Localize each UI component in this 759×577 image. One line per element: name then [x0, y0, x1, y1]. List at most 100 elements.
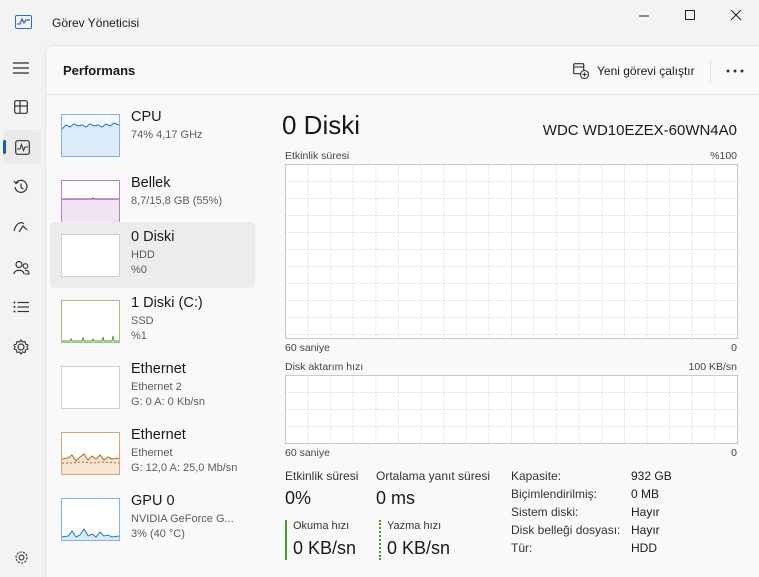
gpu-thumbnail-graph — [61, 498, 120, 541]
performance-icon — [14, 139, 30, 155]
device-disk-0[interactable]: 0 Diski HDD %0 — [50, 222, 255, 288]
header-divider — [46, 94, 759, 95]
write-speed-indicator — [379, 520, 381, 560]
device-detail: 74% 4,17 GHz — [131, 129, 203, 141]
system-disk-value: Hayır — [631, 505, 660, 519]
formatted-label: Biçimlendirilmiş: — [511, 487, 598, 501]
close-icon — [730, 9, 741, 20]
users-icon — [12, 260, 30, 275]
transfer-rate-graph-max: 100 KB/sn — [688, 361, 737, 373]
menu-icon — [13, 62, 29, 74]
startup-apps-icon — [12, 222, 27, 233]
nav-app-history[interactable] — [0, 170, 42, 204]
ethernet2-thumbnail-graph — [61, 366, 120, 409]
response-time-value: 0 ms — [376, 488, 416, 508]
ethernet-thumbnail-graph — [61, 432, 120, 475]
device-ethernet[interactable]: Ethernet Ethernet G: 12,0 A: 25,0 Mb/sn — [50, 420, 255, 486]
nav-performance[interactable] — [3, 130, 41, 164]
device-detail: SSD — [131, 315, 154, 327]
capacity-label: Kapasite: — [511, 469, 562, 483]
device-name: Ethernet — [131, 361, 186, 377]
header-separator — [710, 60, 711, 82]
read-speed-value: 0 KB/sn — [293, 538, 357, 558]
app-history-icon — [13, 179, 28, 193]
device-cpu[interactable]: CPU 74% 4,17 GHz — [50, 102, 255, 168]
write-speed-value: 0 KB/sn — [387, 538, 451, 558]
device-name: 0 Diski — [131, 229, 175, 245]
transfer-rate-graph-label: Disk aktarım hızı — [285, 361, 364, 373]
nav-users[interactable] — [0, 250, 42, 284]
more-options-button[interactable] — [726, 60, 744, 78]
minimize-button[interactable] — [621, 0, 667, 30]
run-task-icon — [573, 63, 589, 79]
device-name: 1 Diski (C:) — [131, 295, 203, 311]
close-button[interactable] — [713, 0, 759, 30]
processes-icon — [14, 100, 28, 114]
read-speed-label: Okuma hızı — [293, 520, 350, 532]
transfer-rate-graph-timespan: 60 saniye — [285, 447, 330, 459]
main-panel: Performans Yeni görevi çalıştır CPU 74% … — [45, 45, 759, 577]
cpu-thumbnail-graph — [61, 114, 120, 157]
capacity-value: 932 GB — [631, 469, 672, 483]
active-time-graph-timespan: 60 saniye — [285, 342, 330, 354]
device-usage: %1 — [131, 330, 147, 342]
device-disk-1[interactable]: 1 Diski (C:) SSD %1 — [50, 288, 255, 354]
system-disk-label: Sistem diski: — [511, 505, 579, 519]
details-icon — [13, 301, 29, 313]
page-title: Performans — [63, 63, 136, 78]
minimize-icon — [638, 15, 649, 16]
nav-services[interactable] — [0, 330, 42, 364]
active-time-value: 0% — [285, 488, 312, 508]
detail-title: 0 Diski — [282, 110, 361, 140]
cpu-sparkline — [62, 122, 119, 156]
ethernet-sparkline — [62, 453, 119, 474]
device-name: CPU — [131, 109, 162, 125]
nav-settings[interactable] — [0, 540, 42, 574]
device-name: Ethernet — [131, 427, 186, 443]
device-detail: 8,7/15,8 GB (55%) — [131, 195, 223, 207]
device-detail: Ethernet 2 — [131, 381, 182, 393]
write-speed-label: Yazma hızı — [387, 520, 442, 532]
page-file-value: Hayır — [631, 523, 660, 537]
maximize-button[interactable] — [667, 0, 713, 30]
more-icon — [726, 69, 744, 73]
memory-sparkline — [62, 197, 119, 222]
active-time-label: Etkinlik süresi — [285, 469, 359, 483]
device-usage: G: 0 A: 0 Kb/sn — [131, 396, 205, 408]
device-name: GPU 0 — [131, 493, 175, 509]
device-name: Bellek — [131, 175, 171, 191]
response-time-label: Ortalama yanıt süresi — [376, 469, 491, 483]
type-label: Tür: — [511, 541, 533, 555]
transfer-rate-graph — [285, 375, 738, 444]
settings-icon — [14, 550, 28, 564]
nav-menu-button[interactable] — [0, 51, 42, 85]
disk1-sparkline — [62, 335, 119, 342]
active-time-graph-min: 0 — [731, 342, 737, 354]
maximize-icon — [684, 9, 695, 20]
nav-startup-apps[interactable] — [0, 210, 42, 244]
title-bar: Görev Yöneticisi — [0, 0, 759, 45]
device-usage: 3% (40 °C) — [131, 528, 185, 540]
active-time-graph — [285, 164, 738, 339]
device-detail: Ethernet — [131, 447, 173, 459]
formatted-value: 0 MB — [631, 487, 660, 501]
disk-model: WDC WD10EZEX-60WN4A0 — [542, 122, 737, 139]
run-task-label: Yeni görevi çalıştır — [597, 64, 695, 78]
type-value: HDD — [631, 541, 657, 555]
disk1-thumbnail-graph — [61, 300, 120, 343]
device-detail: NVIDIA GeForce G... — [131, 513, 234, 525]
nav-processes[interactable] — [0, 90, 42, 124]
nav-details[interactable] — [0, 290, 42, 324]
device-usage: G: 12,0 A: 25,0 Mb/sn — [131, 462, 238, 474]
active-time-graph-label: Etkinlik süresi — [285, 150, 350, 162]
run-new-task-button[interactable]: Yeni görevi çalıştır — [573, 60, 695, 82]
device-usage: %0 — [131, 264, 147, 276]
read-speed-indicator — [285, 520, 287, 560]
memory-thumbnail-graph — [61, 180, 120, 223]
device-ethernet-2[interactable]: Ethernet Ethernet 2 G: 0 A: 0 Kb/sn — [50, 354, 255, 420]
services-icon — [13, 339, 29, 355]
page-file-label: Disk belleği dosyası: — [511, 523, 621, 537]
device-gpu-0[interactable]: GPU 0 NVIDIA GeForce G... 3% (40 °C) — [50, 486, 255, 552]
gpu-sparkline — [62, 528, 119, 540]
device-detail: HDD — [131, 249, 155, 261]
